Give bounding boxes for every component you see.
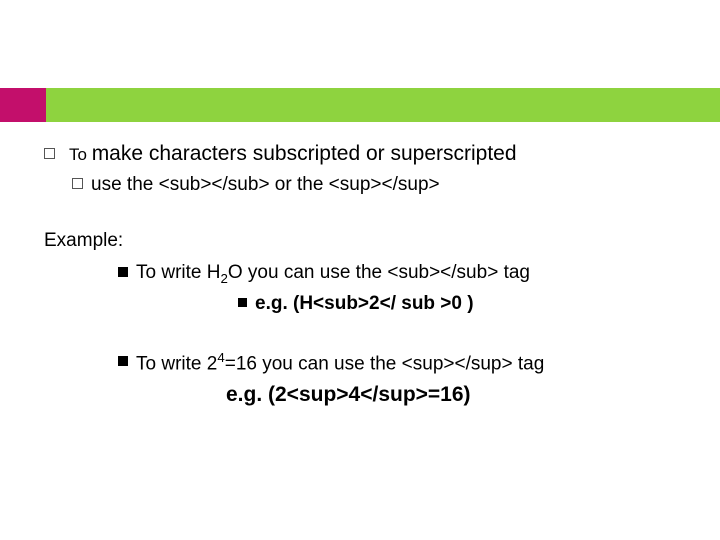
title-accent (0, 88, 46, 122)
list-item: To write H2O you can use the <sub></sub>… (118, 260, 690, 288)
filled-square-icon (118, 267, 128, 277)
slide-body: To make characters subscripted or supers… (44, 140, 690, 409)
main-bullet-line2: use the <sub></sub> or the <sup></sup> (91, 172, 440, 198)
main-bullet-rest: make characters subscripted or superscri… (92, 142, 517, 165)
eg-text: e.g. (2<sup>4</sup>=16) (226, 381, 471, 409)
item-text: To write 24=16 you can use the <sup></su… (136, 349, 544, 377)
item-text: To write H2O you can use the <sub></sub>… (136, 260, 530, 288)
title-band (0, 88, 720, 122)
main-bullet-to: To (69, 145, 92, 164)
eg-row: e.g. (H<sub>2</ sub >0 ) (238, 291, 690, 317)
filled-square-icon (238, 298, 247, 307)
main-bullet-sub-row: use the <sub></sub> or the <sup></sup> (72, 172, 690, 198)
main-bullet-line1: To make characters subscripted or supers… (69, 140, 517, 168)
eg-text: e.g. (H<sub>2</ sub >0 ) (255, 291, 474, 317)
main-bullet-row: To make characters subscripted or supers… (44, 140, 690, 168)
eg-row: e.g. (2<sup>4</sup>=16) (226, 381, 690, 409)
example-list: To write H2O you can use the <sub></sub>… (118, 260, 690, 410)
example-label: Example: (44, 228, 690, 254)
hollow-square-icon (72, 178, 83, 189)
list-item: To write 24=16 you can use the <sup></su… (118, 349, 690, 377)
filled-square-icon (118, 356, 128, 366)
hollow-square-icon (44, 148, 55, 159)
